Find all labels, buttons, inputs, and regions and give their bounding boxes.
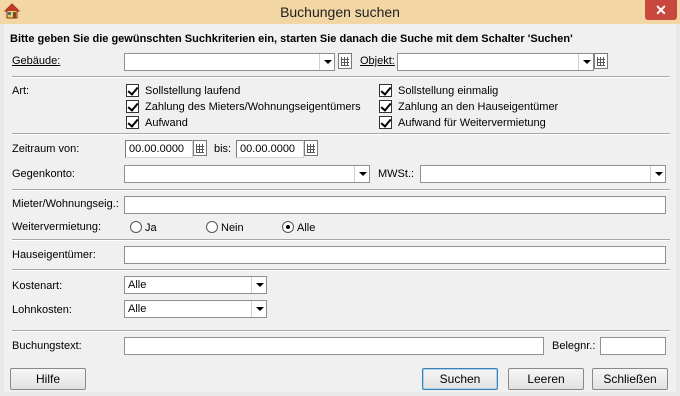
calendar-icon[interactable]	[594, 53, 608, 69]
mwst-select[interactable]	[420, 165, 666, 183]
chevron-down-icon[interactable]	[251, 277, 266, 293]
objekt-label: Objekt:	[360, 55, 395, 67]
checkbox-label: Sollstellung laufend	[145, 85, 241, 97]
checkbox-label: Aufwand für Weitervermietung	[398, 117, 546, 129]
gebaeude-select[interactable]	[124, 53, 335, 71]
weitervermietung-label: Weitervermietung:	[12, 221, 102, 233]
title-bar: Buchungen suchen ✕	[0, 0, 680, 24]
objekt-select[interactable]	[397, 53, 594, 71]
suchen-button[interactable]: Suchen	[422, 368, 498, 390]
gebaeude-label: Gebäude:	[12, 55, 61, 67]
dialog-body: Bitte geben Sie die gewünschten Suchkrit…	[4, 24, 676, 392]
lohnkosten-select[interactable]: Alle	[124, 300, 267, 318]
checkbox-sollstellung-laufend[interactable]	[126, 84, 139, 97]
checkbox-sollstellung-einmalig[interactable]	[379, 84, 392, 97]
dialog-window: Buchungen suchen ✕ Bitte geben Sie die g…	[0, 0, 680, 396]
radio-alle[interactable]	[282, 221, 294, 233]
checkbox-zahlung-hauseigentuemer[interactable]	[379, 100, 392, 113]
zeitraum-von-field[interactable]: 00.00.0000	[125, 140, 193, 158]
divider	[12, 189, 670, 191]
lohnkosten-value: Alle	[128, 303, 147, 315]
window-title: Buchungen suchen	[280, 4, 400, 20]
lohnkosten-label: Lohnkosten:	[12, 304, 72, 316]
divider	[12, 76, 670, 78]
close-button[interactable]: ✕	[645, 0, 677, 20]
mieter-field[interactable]	[124, 196, 666, 214]
leeren-button[interactable]: Leeren	[508, 368, 584, 390]
kostenart-select[interactable]: Alle	[124, 276, 267, 294]
checkbox-label: Zahlung des Mieters/Wohnungseigentümers	[145, 101, 361, 113]
divider	[12, 269, 670, 271]
checkbox-label: Zahlung an den Hauseigentümer	[398, 101, 559, 113]
belegnr-label: Belegnr.:	[552, 340, 596, 352]
belegnr-field[interactable]	[600, 337, 666, 355]
hauseigentuemer-field[interactable]	[124, 246, 666, 264]
divider	[12, 330, 670, 332]
hilfe-button[interactable]: Hilfe	[10, 368, 86, 390]
hilfe-button-label: Hilfe	[35, 372, 60, 386]
radio-ja[interactable]	[130, 221, 142, 233]
mwst-label: MWSt.:	[378, 168, 415, 180]
radio-label: Alle	[297, 222, 316, 234]
divider	[12, 133, 670, 135]
leeren-button-label: Leeren	[527, 372, 565, 386]
chevron-down-icon[interactable]	[650, 166, 665, 182]
checkbox-aufwand[interactable]	[126, 116, 139, 129]
radio-label: Nein	[221, 222, 244, 234]
close-icon[interactable]: ✕	[645, 0, 677, 20]
chevron-down-icon[interactable]	[578, 54, 593, 70]
hauseigentuemer-label: Hauseigentümer:	[12, 249, 96, 261]
suchen-button-label: Suchen	[439, 372, 481, 386]
calendar-icon[interactable]	[193, 140, 207, 156]
instruction-text: Bitte geben Sie die gewünschten Suchkrit…	[10, 33, 573, 45]
calendar-icon[interactable]	[338, 53, 352, 69]
buchungstext-label: Buchungstext:	[12, 340, 82, 352]
art-label: Art:	[12, 85, 30, 97]
calendar-icon[interactable]	[304, 140, 318, 156]
zeitraum-bis-label: bis:	[214, 143, 232, 155]
chevron-down-icon[interactable]	[319, 54, 334, 70]
radio-nein[interactable]	[206, 221, 218, 233]
kostenart-value: Alle	[128, 279, 147, 291]
chevron-down-icon[interactable]	[354, 166, 369, 182]
zeitraum-bis-field[interactable]: 00.00.0000	[236, 140, 304, 158]
gegenkonto-select[interactable]	[124, 165, 370, 183]
radio-label: Ja	[145, 222, 157, 234]
mieter-label: Mieter/Wohnungseig.:	[12, 198, 119, 210]
schliessen-button-label: Schließen	[603, 372, 657, 386]
buchungstext-field[interactable]	[124, 337, 544, 355]
zeitraum-von-label: Zeitraum von:	[12, 143, 80, 155]
divider	[12, 239, 670, 241]
kostenart-label: Kostenart:	[12, 280, 63, 292]
checkbox-zahlung-mieter[interactable]	[126, 100, 139, 113]
checkbox-label: Aufwand	[145, 117, 188, 129]
schliessen-button[interactable]: Schließen	[592, 368, 668, 390]
gegenkonto-label: Gegenkonto:	[12, 168, 75, 180]
checkbox-label: Sollstellung einmalig	[398, 85, 499, 97]
chevron-down-icon[interactable]	[251, 301, 266, 317]
checkbox-aufwand-weitervermietung[interactable]	[379, 116, 392, 129]
